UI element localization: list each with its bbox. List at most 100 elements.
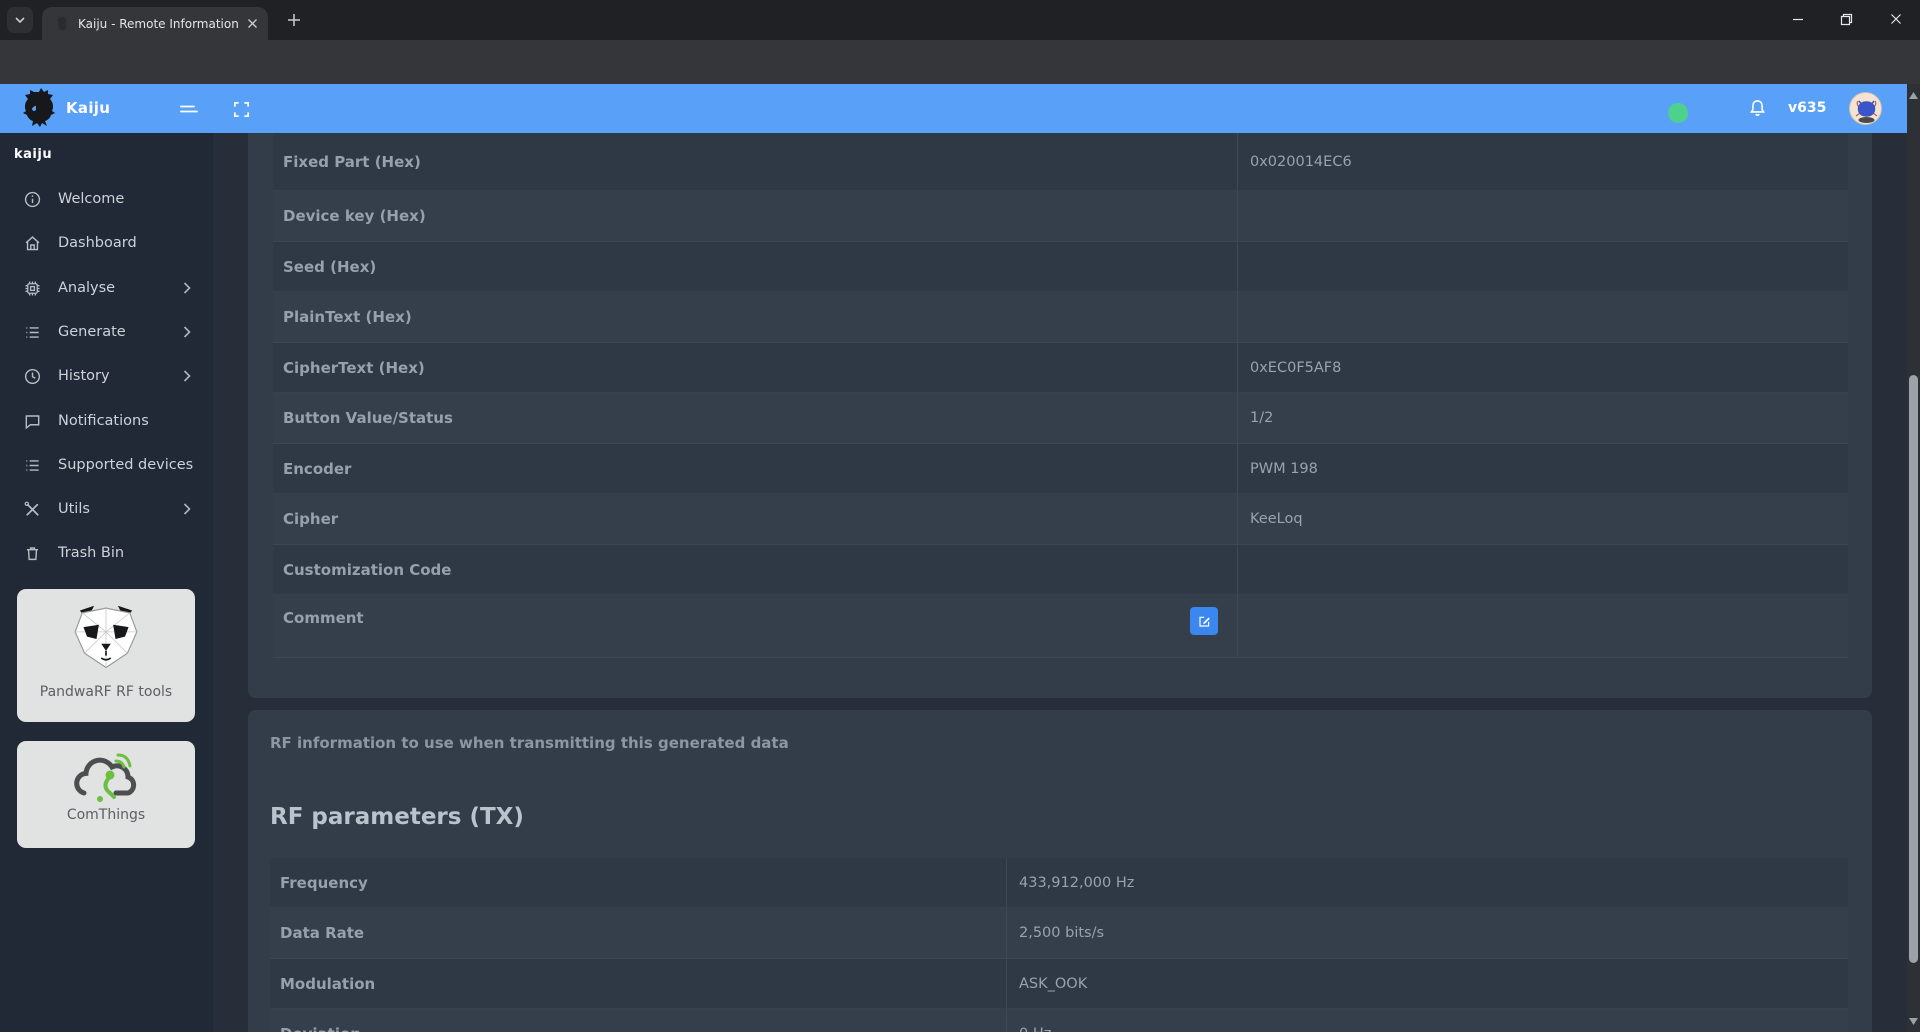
row-value: 2,500 bits/s bbox=[1006, 908, 1848, 958]
bell-icon[interactable] bbox=[1746, 97, 1768, 119]
remote-information-table: Fixed Part (Hex) 0x020014EC6 Device key … bbox=[273, 133, 1848, 658]
edit-comment-button[interactable] bbox=[1190, 607, 1218, 635]
sidebar-title: kaiju bbox=[14, 147, 53, 162]
sidebar-item-label: Notifications bbox=[58, 413, 149, 429]
new-tab-button[interactable] bbox=[283, 9, 305, 31]
sidebar-item-label: Supported devices bbox=[58, 457, 194, 473]
clock-icon bbox=[23, 367, 42, 386]
sidebar-item-supported-devices[interactable]: Supported devices bbox=[0, 446, 213, 484]
table-row: Data Rate 2,500 bits/s bbox=[270, 908, 1848, 959]
table-row: Modulation ASK_OOK bbox=[270, 959, 1848, 1009]
page-scrollbar[interactable] bbox=[1907, 84, 1920, 1032]
comthings-logo-icon bbox=[70, 753, 142, 803]
home-icon bbox=[23, 234, 42, 253]
scroll-down-icon[interactable] bbox=[1907, 1014, 1920, 1028]
sidebar-item-history[interactable]: History bbox=[0, 357, 213, 395]
panda-logo-icon bbox=[68, 603, 144, 675]
sidebar-item-analyse[interactable]: Analyse bbox=[0, 269, 213, 307]
kaiju-logo-icon bbox=[20, 87, 62, 129]
table-row: Device key (Hex) bbox=[273, 191, 1848, 242]
row-label: PlainText (Hex) bbox=[283, 308, 412, 326]
row-value: 433,912,000 Hz bbox=[1006, 858, 1848, 907]
row-value: 0 Hz bbox=[1006, 1009, 1848, 1032]
browser-tab-bar: Kaiju - Remote Information bbox=[0, 0, 1920, 40]
table-row: Deviation 0 Hz bbox=[270, 1009, 1848, 1032]
sidebar: kaiju Welcome Dashboard Analyse Generate… bbox=[0, 133, 213, 1032]
tab-title: Kaiju - Remote Information bbox=[78, 16, 239, 31]
sidebar-item-label: Utils bbox=[58, 501, 90, 517]
edit-pencil-icon bbox=[1197, 614, 1212, 629]
table-row: Customization Code bbox=[273, 545, 1848, 595]
row-label: Customization Code bbox=[283, 560, 452, 579]
list-icon bbox=[23, 456, 42, 475]
row-label: Device key (Hex) bbox=[283, 207, 426, 225]
tools-icon bbox=[23, 500, 42, 519]
row-label: Deviation bbox=[270, 1009, 1006, 1032]
sidebar-item-notifications[interactable]: Notifications bbox=[0, 402, 213, 440]
pandwarf-tools-label: PandwaRF RF tools bbox=[39, 684, 173, 700]
row-value: ASK_OOK bbox=[1006, 959, 1848, 1008]
chevron-down-icon bbox=[14, 14, 26, 26]
row-value bbox=[1237, 242, 1848, 291]
table-row: Fixed Part (Hex) 0x020014EC6 bbox=[273, 133, 1848, 191]
table-row: Seed (Hex) bbox=[273, 242, 1848, 292]
sidebar-item-label: History bbox=[58, 368, 110, 384]
trash-icon bbox=[23, 544, 42, 563]
sidebar-item-generate[interactable]: Generate bbox=[0, 313, 213, 351]
comment-label: Comment bbox=[283, 609, 364, 627]
pandwarf-tools-card[interactable]: PandwaRF RF tools bbox=[17, 589, 195, 722]
remote-information-card: Fixed Part (Hex) 0x020014EC6 Device key … bbox=[248, 133, 1872, 698]
tab-search-button[interactable] bbox=[7, 7, 33, 33]
browser-toolbar: rolling.pandwarf.com/result/5e1d5634-096… bbox=[0, 40, 1920, 117]
sidebar-item-utils[interactable]: Utils bbox=[0, 490, 213, 528]
row-value: 1/2 bbox=[1237, 393, 1848, 443]
row-label: CipherText (Hex) bbox=[283, 358, 425, 377]
scroll-up-icon[interactable] bbox=[1907, 88, 1920, 102]
row-label: Seed (Hex) bbox=[283, 257, 377, 276]
comthings-card[interactable]: ComThings bbox=[17, 741, 195, 848]
chevron-right-icon bbox=[183, 503, 191, 515]
table-row: CipherText (Hex) 0xEC0F5AF8 bbox=[273, 343, 1848, 393]
row-value bbox=[1237, 292, 1848, 342]
window-maximize-button[interactable] bbox=[1824, 0, 1868, 38]
row-value bbox=[1237, 595, 1848, 657]
rf-note: RF information to use when transmitting … bbox=[270, 734, 789, 752]
row-value: KeeLoq bbox=[1237, 494, 1848, 544]
user-avatar[interactable] bbox=[1849, 92, 1882, 125]
table-row: Frequency 433,912,000 Hz bbox=[270, 858, 1848, 908]
sidebar-item-dashboard[interactable]: Dashboard bbox=[0, 224, 213, 262]
fullscreen-icon[interactable] bbox=[230, 98, 252, 120]
favicon-kaiju-icon bbox=[54, 16, 69, 31]
window-minimize-button[interactable] bbox=[1776, 0, 1820, 38]
row-label: Cipher bbox=[283, 510, 339, 528]
chevron-right-icon bbox=[183, 326, 191, 338]
version-label: v635 bbox=[1788, 100, 1827, 116]
row-label: Fixed Part (Hex) bbox=[283, 152, 421, 171]
row-label: Frequency bbox=[280, 873, 368, 892]
browser-tab[interactable]: Kaiju - Remote Information bbox=[42, 7, 268, 40]
chevron-right-icon bbox=[183, 282, 191, 294]
sidebar-item-trash-bin[interactable]: Trash Bin bbox=[0, 534, 213, 572]
sidebar-toggle-menu-icon[interactable] bbox=[178, 98, 200, 120]
sidebar-item-label: Analyse bbox=[58, 280, 116, 296]
row-value: 0x020014EC6 bbox=[1237, 133, 1848, 190]
app-header: Kaiju v635 bbox=[0, 84, 1907, 133]
list-icon bbox=[23, 323, 42, 342]
screen: Kaiju - Remote Information rolling.pandw… bbox=[0, 0, 1920, 1032]
table-row: PlainText (Hex) bbox=[273, 292, 1848, 343]
tab-close-icon[interactable] bbox=[245, 16, 260, 31]
row-value bbox=[1237, 545, 1848, 594]
rf-parameters-table: Frequency 433,912,000 Hz Data Rate 2,500… bbox=[270, 858, 1848, 1032]
row-label: Comment bbox=[273, 595, 1237, 657]
comthings-label: ComThings bbox=[66, 807, 146, 823]
sidebar-item-label: Generate bbox=[58, 324, 126, 340]
chat-bubble-icon bbox=[23, 412, 42, 431]
app-name: Kaiju bbox=[66, 99, 111, 117]
status-indicator bbox=[1668, 103, 1688, 123]
sidebar-item-welcome[interactable]: Welcome bbox=[0, 180, 213, 218]
row-label: Data Rate bbox=[280, 924, 365, 942]
window-close-button[interactable] bbox=[1874, 0, 1918, 38]
scrollbar-thumb[interactable] bbox=[1909, 375, 1918, 963]
sidebar-item-label: Dashboard bbox=[58, 235, 137, 251]
rf-parameters-heading: RF parameters (TX) bbox=[270, 804, 524, 830]
